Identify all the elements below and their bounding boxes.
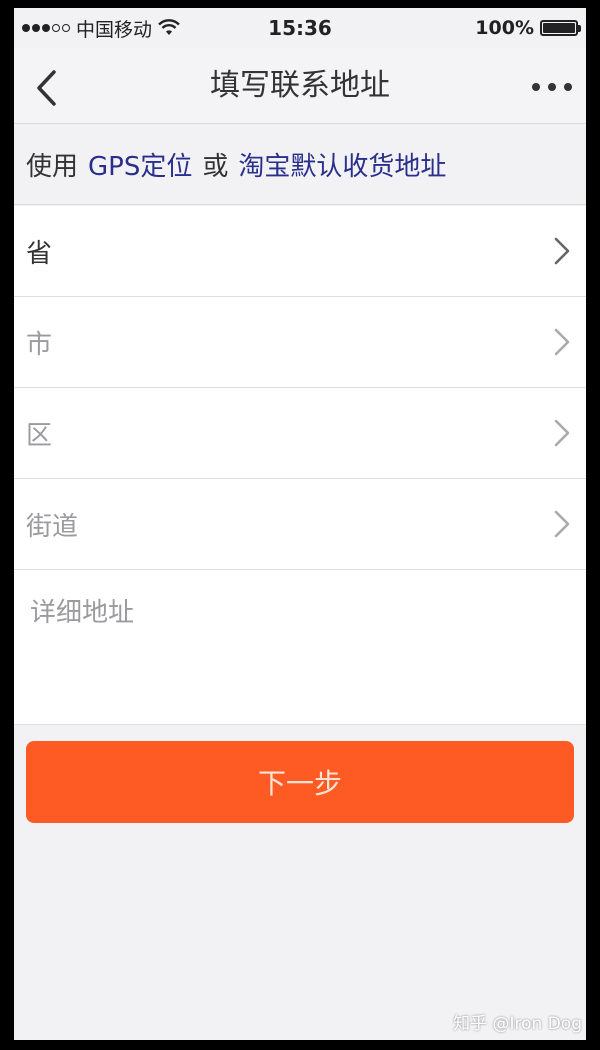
signal-icon: [22, 24, 70, 32]
district-label: 区: [26, 420, 53, 451]
city-selector[interactable]: 市: [14, 297, 586, 388]
battery-percent: 100%: [475, 17, 534, 39]
street-selector[interactable]: 街道: [14, 479, 586, 570]
battery-level: [543, 23, 575, 33]
city-label: 市: [26, 329, 53, 360]
address-source-row: 使用 GPS定位 或 淘宝默认收货地址: [14, 125, 586, 205]
address-form: 省 市 区 街道: [14, 206, 586, 725]
next-step-button[interactable]: 下一步: [26, 741, 574, 823]
detail-address-area: [14, 570, 586, 725]
street-label: 街道: [26, 511, 79, 542]
wifi-icon: [158, 19, 180, 35]
taobao-default-address-link[interactable]: 淘宝默认收货地址: [238, 146, 446, 183]
page-title: 填写联系地址: [210, 68, 390, 103]
watermark-text: 知乎 @Iron Dog: [453, 1014, 582, 1034]
district-selector[interactable]: 区: [14, 388, 586, 479]
phone-screen: 中国移动 15:36 100% 填写联系地址 使用 GPS定位 或 淘宝默认收货…: [14, 8, 586, 1040]
battery-icon: [540, 20, 581, 36]
navigation-bar: 填写联系地址: [14, 48, 586, 124]
status-left: 中国移动: [22, 15, 180, 42]
detail-address-input[interactable]: [30, 592, 572, 712]
province-label: 省: [26, 238, 53, 269]
gps-location-link[interactable]: GPS定位: [88, 146, 192, 183]
gps-prefix-text: 使用: [26, 152, 79, 182]
chevron-right-icon: [554, 237, 570, 265]
chevron-right-icon: [554, 419, 570, 447]
status-bar: 中国移动 15:36 100%: [14, 8, 586, 48]
more-dots-icon: [532, 83, 540, 91]
carrier-label: 中国移动: [76, 18, 153, 41]
more-button[interactable]: [532, 78, 572, 96]
or-text: 或: [202, 152, 229, 182]
chevron-right-icon: [554, 510, 570, 538]
province-selector[interactable]: 省: [14, 206, 586, 297]
status-right: 100%: [475, 17, 581, 39]
chevron-right-icon: [554, 328, 570, 356]
